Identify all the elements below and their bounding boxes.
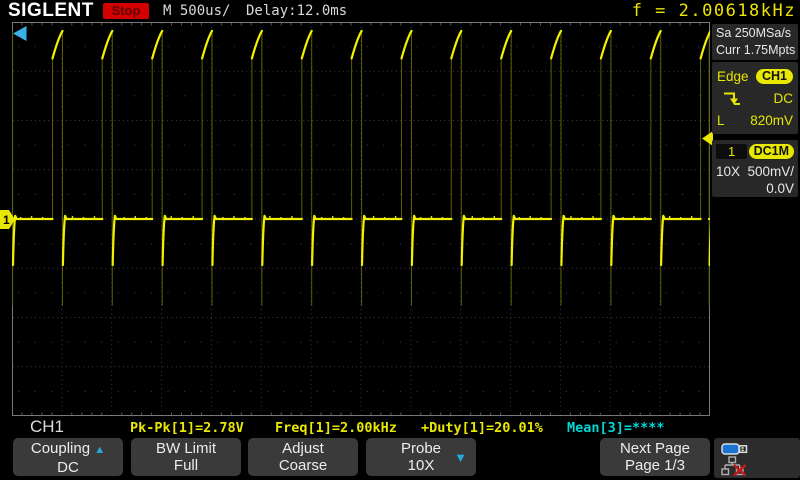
softkey-next-page-value: Page 1/3 xyxy=(624,457,686,474)
trigger-type-label: Edge xyxy=(717,68,749,84)
delay-readout: Delay:12.0ms xyxy=(246,3,348,19)
softkey-next-page-label: Next Page xyxy=(619,440,691,457)
softkey-adjust-label: Adjust xyxy=(282,440,324,457)
softkey-coupling-label: Coupling xyxy=(30,440,91,457)
waveform-display[interactable] xyxy=(11,22,715,416)
trigger-source-badge: CH1 xyxy=(755,68,793,84)
chevron-down-icon: ▼ xyxy=(454,450,467,465)
svg-text:1: 1 xyxy=(3,213,10,227)
measurement-pkpk: Pk-Pk[1]=2.78V xyxy=(130,420,244,436)
hardware-frequency-counter: f = 2.00618kHz xyxy=(631,1,796,21)
usb-storage-icon xyxy=(721,443,748,455)
softkey-bw-limit-value: Full xyxy=(173,457,199,474)
measurement-duty: +Duty[1]=20.01% xyxy=(421,420,543,436)
lan-disconnected-icon xyxy=(721,456,747,477)
falling-edge-icon xyxy=(724,92,740,105)
channel1-offset-marker[interactable]: 1 xyxy=(0,210,16,229)
channel-coupling-chip: DC1M xyxy=(748,144,794,159)
oscilloscope-screen: SIGLENT Stop M 500us/ Delay:12.0ms f = 2… xyxy=(0,0,800,480)
acquisition-info-box: Sa 250MSa/s Curr 1.75Mpts xyxy=(712,24,798,60)
vertical-scale: 500mV/ xyxy=(747,164,794,179)
sample-rate: Sa 250MSa/s xyxy=(716,26,792,40)
run-state-badge[interactable]: Stop xyxy=(103,3,149,19)
softkey-coupling-value: DC xyxy=(57,459,79,476)
measurement-mean: Mean[3]=**** xyxy=(567,420,665,436)
measure-channel-label: CH1 xyxy=(30,417,65,436)
trigger-position-arrow-icon[interactable] xyxy=(12,25,28,42)
siglent-logo: SIGLENT xyxy=(8,0,94,21)
trigger-info-box[interactable]: Edge CH1 DC L 820mV xyxy=(712,62,798,134)
channel-number-chip: 1 xyxy=(716,144,748,159)
vertical-offset: 0.0V xyxy=(766,181,794,196)
trigger-coupling: DC xyxy=(773,90,794,106)
softkey-next-page[interactable]: Next Page Page 1/3 xyxy=(600,438,710,476)
softkey-adjust[interactable]: Adjust Coarse xyxy=(248,438,358,476)
channel1-info-box[interactable]: 1 DC1M 10X 500mV/ 0.0V xyxy=(712,140,798,197)
waveform-svg xyxy=(11,22,715,416)
softkey-bw-limit[interactable]: BW Limit Full xyxy=(131,438,241,476)
softkey-coupling[interactable]: Coupling ▲ DC xyxy=(13,438,123,476)
chevron-up-icon: ▲ xyxy=(94,444,106,456)
softkey-probe[interactable]: Probe 10X ▼ xyxy=(366,438,476,476)
softkey-adjust-value: Coarse xyxy=(278,457,328,474)
memory-depth: Curr 1.75Mpts xyxy=(716,42,796,57)
probe-attenuation: 10X xyxy=(716,164,741,179)
trigger-level-label: L xyxy=(717,112,725,128)
timebase-readout: M 500us/ xyxy=(163,3,231,19)
status-icon-panel xyxy=(714,438,800,478)
measurement-freq: Freq[1]=2.00kHz xyxy=(275,420,397,436)
trigger-level-value: 820mV xyxy=(750,112,793,128)
softkey-bw-limit-label: BW Limit xyxy=(156,440,216,457)
